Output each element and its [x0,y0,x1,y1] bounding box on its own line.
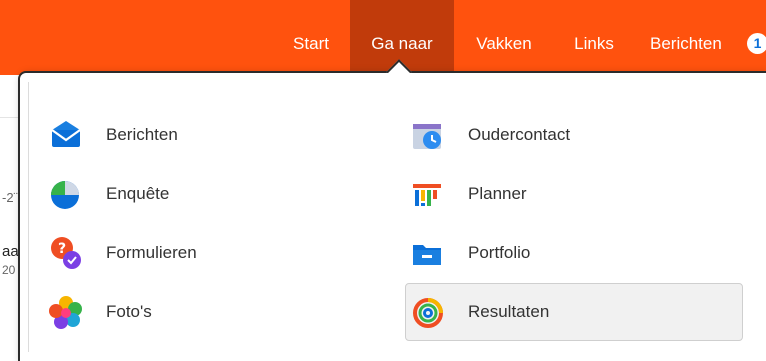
divider [0,117,18,118]
menu-item-label: Berichten [106,125,178,144]
menu-item-portfolio[interactable]: Portfolio [405,231,743,275]
menu-item-label: Formulieren [106,243,197,262]
menu-item-label: Enquête [106,184,170,203]
messages-count-badge: 1 [747,33,766,54]
menu-item-formulieren[interactable]: ? Formulieren [48,231,368,275]
nav-links[interactable]: Links [558,0,630,75]
top-navigation-bar: Start Ga naar Vakken Links Berichten 1 [0,0,766,75]
folder-icon [410,235,446,271]
menu-item-oudercontact[interactable]: Oudercontact [405,113,743,157]
menu-item-label: Portfolio [468,243,531,262]
form-bubbles-icon: ? [48,235,84,271]
calendar-clock-icon [410,117,446,153]
menu-item-label: Planner [468,184,527,203]
envelope-icon [48,117,84,153]
caret-mask [386,73,412,79]
menu-item-fotos[interactable]: Foto's [48,290,368,334]
menu-item-label: Foto's [106,302,152,321]
menu-item-label: Oudercontact [468,125,571,144]
menu-item-planner[interactable]: Planner [405,172,743,216]
menu-item-label: Resultaten [468,302,550,321]
nav-start[interactable]: Start [276,0,346,75]
pie-chart-icon [48,176,84,212]
rings-icon [410,294,446,330]
menu-item-enquete[interactable]: Enquête [48,172,368,216]
planner-columns-icon [410,176,446,212]
menu-item-resultaten[interactable]: Resultaten [405,283,743,341]
photos-flower-icon [48,294,84,330]
menu-item-berichten[interactable]: Berichten [48,113,368,157]
background-text-fragment: aa [2,243,19,260]
nav-vakken[interactable]: Vakken [462,0,546,75]
background-text-fragment: -2¨ [2,190,18,205]
background-text-fragment: 20 [2,263,16,277]
